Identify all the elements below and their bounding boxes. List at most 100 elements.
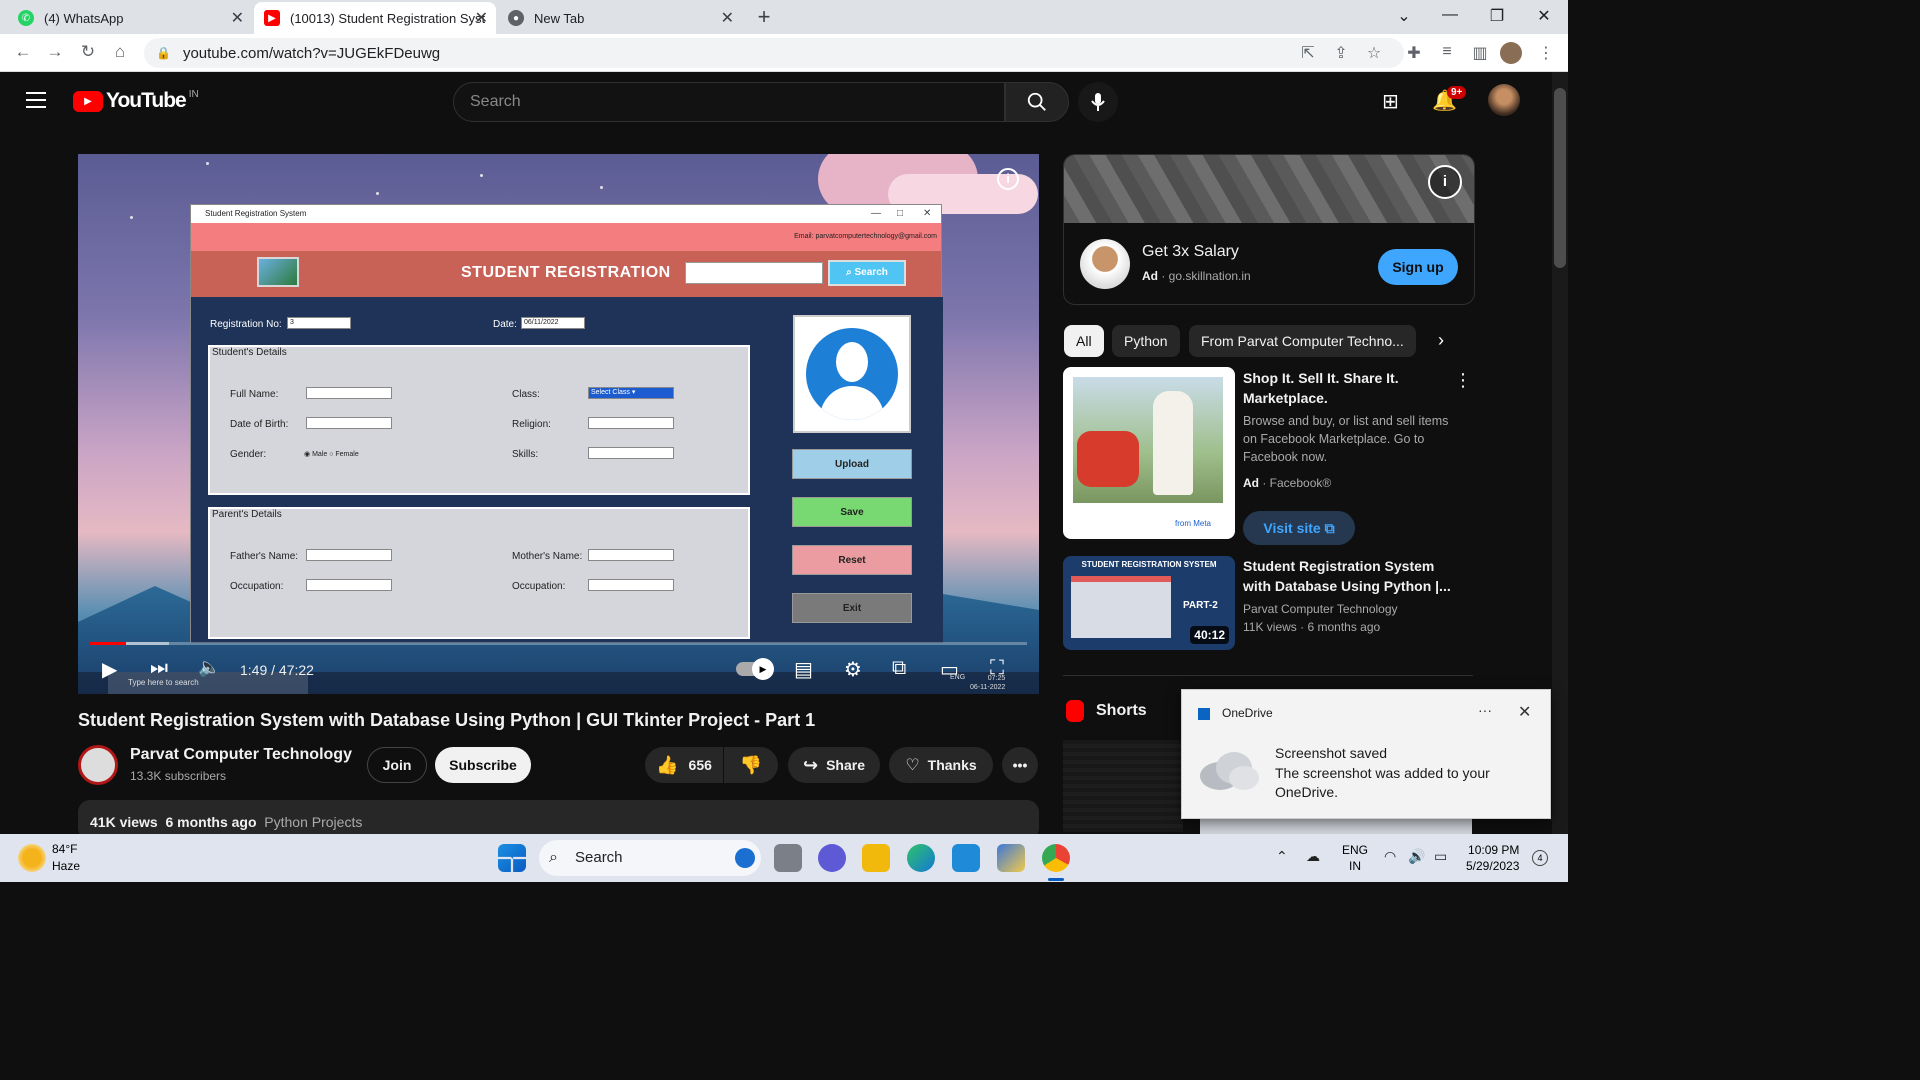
rec-channel[interactable]: Parvat Computer Technology (1243, 600, 1463, 618)
maximize-button[interactable]: ❐ (1477, 6, 1517, 26)
dislike-button[interactable]: 👎 (724, 747, 778, 783)
ad-info-icon[interactable]: i (1428, 165, 1462, 199)
extensions-icon[interactable]: ✚ (1403, 43, 1425, 63)
media-control-icon[interactable]: ≡ (1436, 43, 1458, 61)
shorts-thumbnail[interactable] (1063, 740, 1183, 832)
file-explorer-icon[interactable] (862, 844, 890, 872)
hashtag-link[interactable]: Python Projects (264, 814, 362, 830)
lock-icon[interactable]: 🔒 (156, 46, 171, 60)
progress-bar[interactable] (90, 642, 1027, 645)
onedrive-toast[interactable]: OneDrive ··· ✕ Screenshot saved The scre… (1181, 689, 1551, 819)
autoplay-toggle[interactable]: ▶ (736, 658, 774, 680)
scrollbar-thumb[interactable] (1554, 88, 1566, 268)
share-button[interactable]: ↪ Share (788, 747, 880, 783)
tab-search-icon[interactable]: ⌄ (1384, 6, 1424, 26)
search-input[interactable]: Search (453, 82, 1005, 122)
chip-python[interactable]: Python (1112, 325, 1180, 357)
chrome-taskbar-icon[interactable] (1042, 844, 1070, 872)
menu-kebab-icon[interactable]: ⋮ (1535, 43, 1557, 63)
notification-count[interactable]: 4 (1532, 850, 1548, 866)
thanks-button[interactable]: ♡ Thanks (889, 747, 993, 783)
close-icon[interactable]: ✕ (721, 8, 734, 28)
profile-avatar[interactable] (1500, 42, 1522, 64)
back-icon[interactable]: ← (12, 42, 34, 62)
settings-gear-icon[interactable]: ⚙ (844, 657, 862, 682)
youtube-logo[interactable]: ▶ YouTube IN (73, 89, 199, 113)
speaker-icon[interactable]: 🔊 (1408, 848, 1425, 865)
info-icon[interactable]: i (997, 168, 1019, 190)
channel-name[interactable]: Parvat Computer Technology (130, 746, 352, 764)
search-button[interactable] (1005, 82, 1069, 122)
chevron-up-icon[interactable]: ⌃ (1276, 848, 1288, 865)
battery-icon[interactable]: ▭ (1434, 848, 1447, 865)
tk-male: Male (312, 451, 328, 458)
language-indicator[interactable]: ENG IN (1342, 842, 1368, 874)
chip-all[interactable]: All (1064, 325, 1104, 357)
ad-signup-button[interactable]: Sign up (1378, 249, 1458, 285)
wifi-icon[interactable]: ◠ (1384, 848, 1396, 865)
like-button[interactable]: 👍 656 (645, 747, 723, 783)
ad-banner (1064, 155, 1474, 223)
share-icon[interactable]: ⇪ (1330, 43, 1352, 63)
python-idle-icon[interactable] (997, 844, 1025, 872)
chip-from-channel[interactable]: From Parvat Computer Techno... (1189, 325, 1416, 357)
rec-thumbnail[interactable]: from Meta (1063, 367, 1235, 539)
reload-icon[interactable]: ↻ (77, 42, 99, 62)
close-icon[interactable]: ✕ (231, 8, 244, 28)
rec-title[interactable]: Shop It. Sell It. Share It. Marketplace. (1243, 368, 1453, 408)
shorts-thumbnail[interactable] (1200, 818, 1472, 834)
edge-icon[interactable] (907, 844, 935, 872)
ad-badge: Ad (1142, 269, 1158, 283)
country-code: IN (188, 88, 199, 100)
minimize-button[interactable]: — (1430, 6, 1470, 24)
close-window-button[interactable]: ✕ (1524, 6, 1564, 26)
voice-search-button[interactable] (1078, 82, 1118, 122)
create-video-icon[interactable]: ⊞ (1382, 89, 1399, 114)
open-in-app-icon[interactable]: ⇱ (1297, 43, 1319, 63)
theater-mode-icon[interactable]: ▭ (940, 657, 959, 682)
ad-card[interactable]: i Get 3x Salary Ad · go.skillnation.in S… (1063, 154, 1475, 305)
rec-title[interactable]: Student Registration System with Databas… (1243, 556, 1453, 596)
forward-icon[interactable]: → (44, 42, 66, 62)
tab-youtube[interactable]: ▶ (10013) Student Registration Syst ✕ (254, 2, 496, 34)
new-tab-button[interactable]: + (752, 6, 776, 30)
rec-thumbnail[interactable]: STUDENT REGISTRATION SYSTEM PART-2 40:12 (1063, 556, 1235, 650)
clock[interactable]: 10:09 PM 5/29/2023 (1466, 842, 1519, 874)
home-icon[interactable]: ⌂ (109, 42, 131, 62)
volume-icon[interactable]: 🔈 (198, 657, 220, 678)
start-windows-icon[interactable] (498, 844, 526, 872)
more-horizontal-icon[interactable]: ··· (1478, 702, 1492, 718)
search-icon: ⌕ (549, 849, 558, 866)
vscode-icon[interactable] (952, 844, 980, 872)
more-vertical-icon[interactable]: ⋮ (1454, 370, 1472, 391)
close-icon[interactable]: ✕ (1518, 702, 1531, 722)
taskbar-search[interactable]: ⌕ Search (539, 840, 761, 876)
fullscreen-icon[interactable]: ⛶ (990, 657, 1004, 680)
visit-site-button[interactable]: Visit site ⧉ (1243, 511, 1355, 545)
subscribe-button[interactable]: Subscribe (435, 747, 531, 783)
more-actions-button[interactable]: ••• (1002, 747, 1038, 783)
tab-whatsapp[interactable]: ✆ (4) WhatsApp ✕ (8, 2, 252, 34)
bookmark-star-icon[interactable]: ☆ (1363, 43, 1385, 63)
bing-icon[interactable] (735, 848, 755, 868)
video-player[interactable]: i Student Registration System — □ ✕ Emai… (78, 154, 1039, 694)
task-view-icon[interactable] (774, 844, 802, 872)
side-panel-icon[interactable]: ▥ (1469, 43, 1491, 63)
close-icon[interactable]: ✕ (475, 8, 488, 28)
teams-chat-icon[interactable] (818, 844, 846, 872)
weather-sun-icon[interactable] (18, 844, 46, 872)
weather-desc[interactable]: Haze (52, 859, 80, 873)
tab-new-tab[interactable]: ● New Tab ✕ (498, 2, 742, 34)
miniplayer-icon[interactable]: ⧉ (892, 657, 906, 680)
play-icon[interactable]: ▶ (102, 657, 117, 682)
address-bar[interactable]: 🔒 youtube.com/watch?v=JUGEkFDeuwg (144, 38, 1404, 68)
next-icon[interactable]: ⏭ (150, 657, 168, 680)
weather-temp[interactable]: 84°F (52, 842, 77, 856)
channel-avatar[interactable] (78, 745, 118, 785)
account-avatar[interactable] (1488, 84, 1520, 116)
hamburger-menu-icon[interactable] (26, 92, 46, 108)
onedrive-tray-icon[interactable]: ☁ (1306, 848, 1320, 865)
join-button[interactable]: Join (367, 747, 427, 783)
captions-icon[interactable]: ▤ (794, 657, 813, 682)
chevron-right-icon[interactable]: › (1438, 330, 1444, 351)
